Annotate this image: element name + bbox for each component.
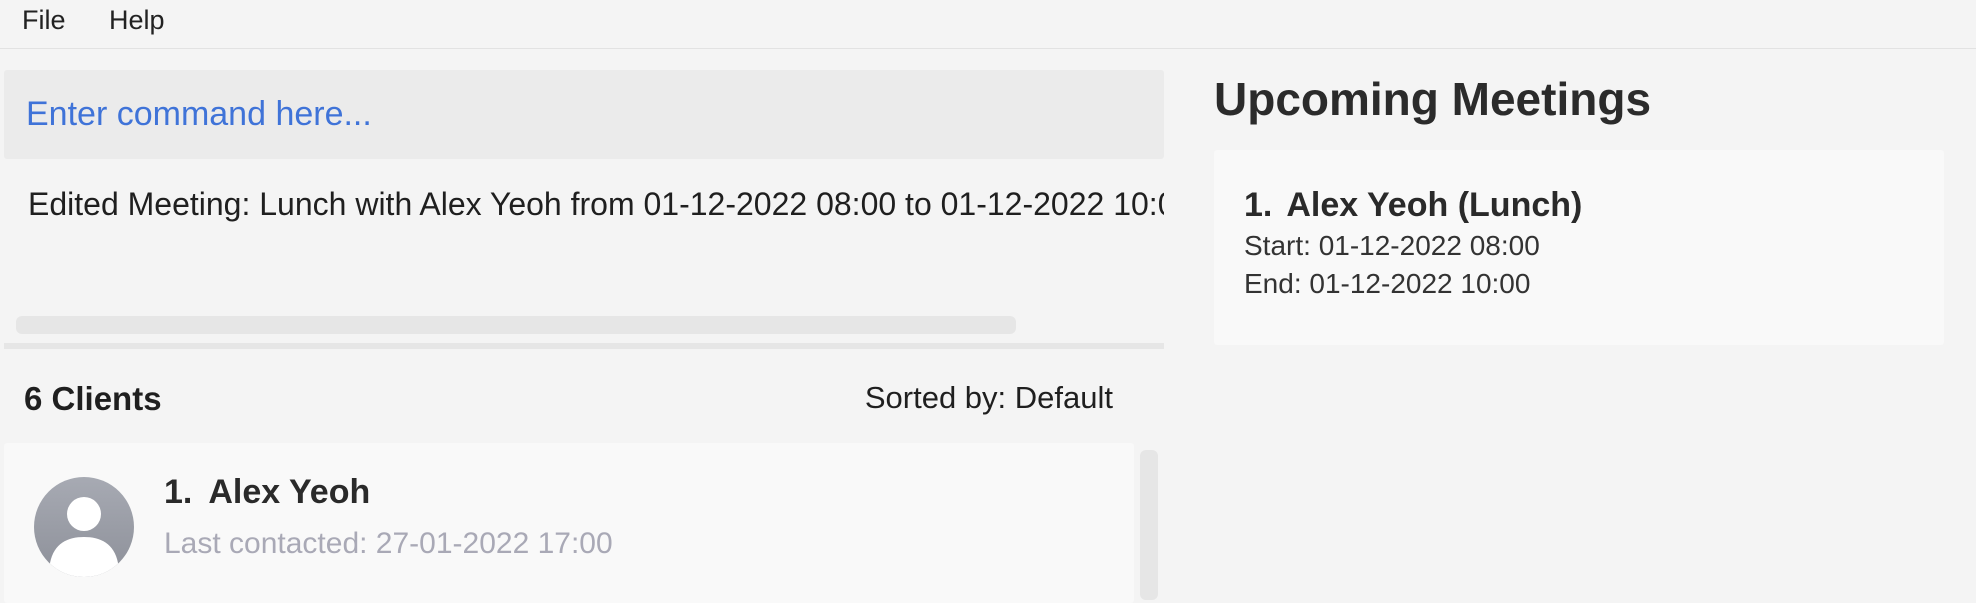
command-input[interactable]: [4, 70, 1164, 159]
command-box: [4, 70, 1164, 159]
sorted-by-label: Sorted by: Default: [864, 380, 1113, 415]
client-name: 1. Alex Yeoh: [164, 473, 370, 512]
client-card[interactable]: 1. Alex Yeoh Last contacted: 27-01-2022 1…: [4, 443, 1134, 603]
client-last-contacted: Last contacted: 27-01-2022 17:00: [164, 527, 613, 560]
result-horizontal-scrollbar[interactable]: [16, 316, 1016, 334]
meeting-title: 1. Alex Yeoh (Lunch): [1244, 186, 1582, 225]
meeting-title-text: Alex Yeoh (Lunch): [1286, 186, 1583, 224]
meeting-end: End: 01-12-2022 10:00: [1244, 268, 1531, 299]
user-avatar-icon: [34, 477, 134, 577]
menu-bar: File Help: [0, 0, 1976, 49]
meeting-card[interactable]: 1. Alex Yeoh (Lunch) Start: 01-12-2022 08…: [1214, 150, 1944, 345]
result-message: Edited Meeting: Lunch with Alex Yeoh fro…: [28, 186, 1164, 222]
meeting-start: Start: 01-12-2022 08:00: [1244, 230, 1540, 261]
panel-divider[interactable]: [4, 343, 1164, 349]
client-name-text: Alex Yeoh: [208, 473, 371, 511]
meetings-title: Upcoming Meetings: [1214, 73, 1652, 125]
menu-help[interactable]: Help: [109, 0, 165, 40]
menu-file[interactable]: File: [22, 0, 66, 40]
meeting-index: 1.: [1244, 186, 1273, 224]
client-count-label: 6 Clients: [24, 380, 162, 417]
client-index: 1.: [164, 473, 193, 511]
result-display: Edited Meeting: Lunch with Alex Yeoh fro…: [4, 172, 1164, 342]
client-list-scrollbar[interactable]: [1140, 450, 1158, 600]
